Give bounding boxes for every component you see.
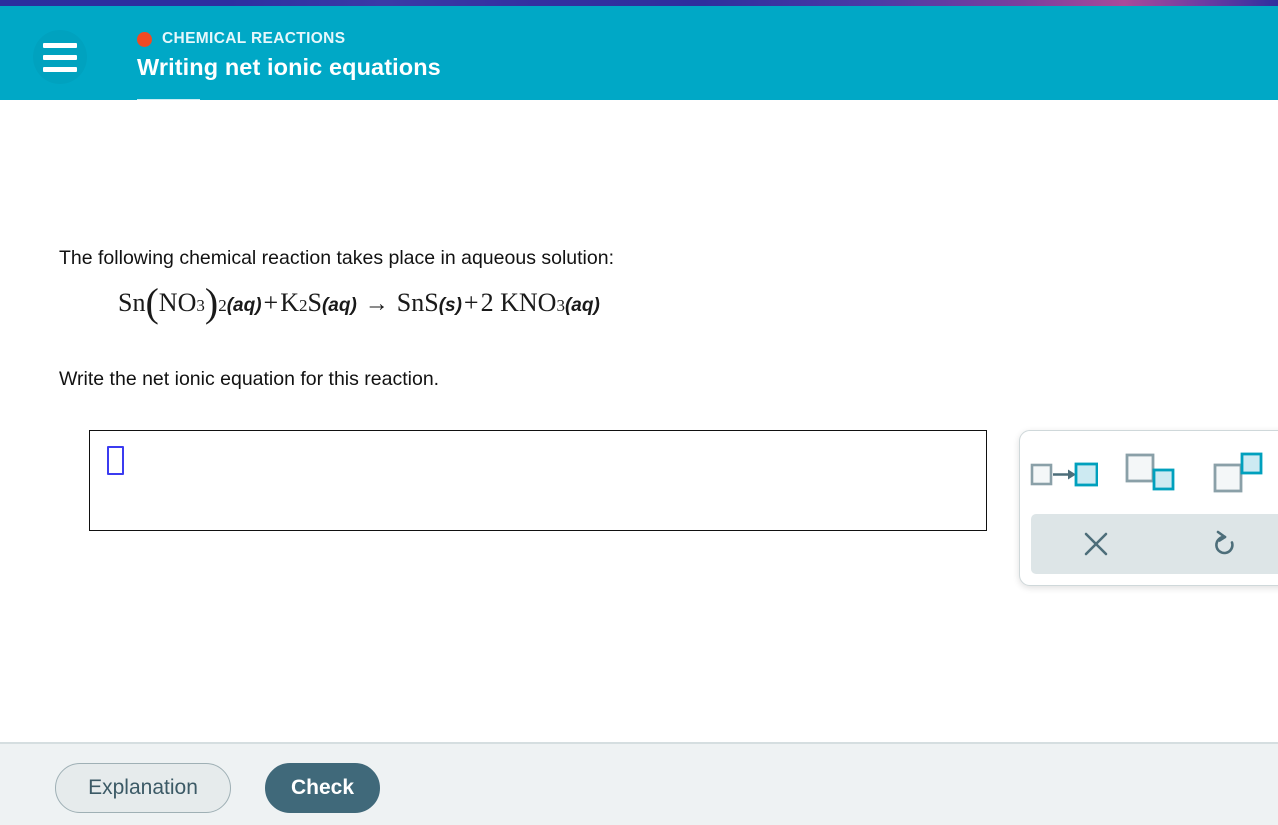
- topic-label: CHEMICAL REACTIONS: [162, 30, 346, 47]
- prompt-text-2: Write the net ionic equation for this re…: [59, 368, 440, 390]
- palette-template-row: [1020, 431, 1278, 515]
- math-symbol-palette: [1019, 430, 1278, 586]
- superscript-template-icon: [1213, 452, 1263, 493]
- subscript-template-button[interactable]: [1108, 442, 1196, 504]
- eq-reactant1-group: NO: [158, 288, 197, 317]
- superscript-template-button[interactable]: [1196, 442, 1278, 504]
- clear-button[interactable]: [1031, 514, 1160, 574]
- eq-reactant2-symbol-k: K: [280, 288, 299, 317]
- eq-reactant2-phase: (aq): [321, 295, 357, 316]
- prompt-text-1: The following chemical reaction takes pl…: [59, 247, 614, 269]
- eq-product2-phase: (aq): [564, 295, 600, 316]
- topic-row: CHEMICAL REACTIONS: [137, 28, 441, 50]
- app-header: CHEMICAL REACTIONS Writing net ionic equ…: [0, 6, 1278, 100]
- action-footer: Explanation Check: [0, 742, 1278, 825]
- eq-reactant1-symbol: Sn: [118, 288, 146, 317]
- eq-reactant2-symbol-s: S: [307, 288, 322, 317]
- eq-product1-symbol: SnS: [396, 288, 439, 317]
- hamburger-icon-bar-2: [43, 54, 77, 60]
- problem-content: The following chemical reaction takes pl…: [0, 100, 1278, 742]
- eq-product2-symbol: KNO: [500, 288, 557, 317]
- answer-input[interactable]: [89, 430, 987, 531]
- page-title: Writing net ionic equations: [137, 54, 441, 80]
- hamburger-icon-bar-1: [43, 42, 77, 48]
- eq-product2-coefficient: 2: [480, 288, 494, 317]
- arrow-template-button[interactable]: [1020, 442, 1108, 504]
- eq-plus-2: +: [463, 288, 479, 317]
- header-text-group: CHEMICAL REACTIONS Writing net ionic equ…: [137, 28, 441, 81]
- hamburger-icon-bar-3: [43, 66, 77, 72]
- hamburger-menu-button[interactable]: [33, 30, 87, 84]
- explanation-button[interactable]: Explanation: [55, 763, 231, 813]
- eq-reaction-arrow: →: [364, 291, 389, 317]
- app-root: CHEMICAL REACTIONS Writing net ionic equ…: [0, 0, 1278, 825]
- topic-dot-icon: [137, 31, 152, 47]
- close-x-icon: [1084, 532, 1107, 556]
- check-button[interactable]: Check: [265, 763, 380, 813]
- math-empty-slot-cursor: [107, 446, 124, 475]
- chemical-equation: Sn(NO 3) 2 (aq) + K 2 S (aq) → SnS (s) +2 KNO 3 (aq): [118, 280, 600, 325]
- arrow-template-icon: [1030, 462, 1098, 487]
- eq-product1-phase: (s): [438, 295, 462, 316]
- subscript-template-icon: [1125, 453, 1175, 491]
- undo-button[interactable]: [1160, 514, 1278, 574]
- eq-plus-1: +: [263, 288, 279, 317]
- palette-action-row: [1031, 514, 1278, 574]
- undo-arrow-icon: [1214, 530, 1234, 555]
- eq-reactant1-phase: (aq): [226, 295, 262, 316]
